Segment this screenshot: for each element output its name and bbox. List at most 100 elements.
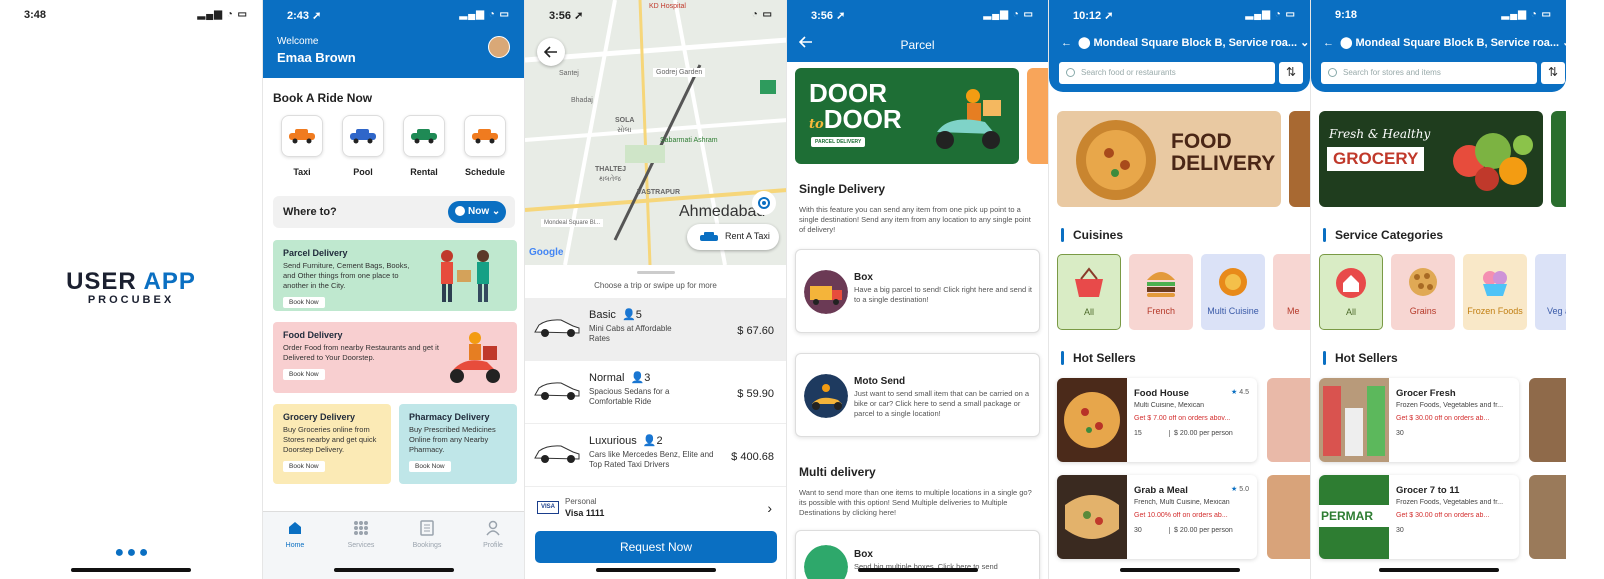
card-desc: Buy Groceries online from Stores nearby …: [283, 425, 377, 454]
welcome-label: Welcome: [277, 36, 319, 47]
request-now-button[interactable]: Request Now: [535, 531, 777, 563]
door-to-door-banner[interactable]: DOOR toDOOR PARCEL DELIVERY: [795, 68, 1019, 164]
search-input[interactable]: Search for stores and items: [1321, 62, 1537, 84]
trip-option-normal[interactable]: Normal 👤3 Spacious Sedans for a Comforta…: [525, 361, 786, 424]
tab-label: Bookings: [412, 542, 442, 549]
map-view[interactable]: KD Hospital Godrej Garden Santej Bhadaj …: [525, 0, 786, 265]
food-delivery-banner[interactable]: FOOD DELIVERY: [1057, 111, 1281, 207]
next-banner-peek[interactable]: [1027, 68, 1048, 164]
multi-delivery-desc: Want to send more than one items to mult…: [799, 488, 1032, 517]
ride-label: Taxi: [293, 167, 311, 177]
book-now-button[interactable]: Book Now: [283, 297, 325, 308]
seller-card-peek[interactable]: [1529, 378, 1566, 462]
seller-card-peek[interactable]: [1267, 475, 1310, 559]
locate-me-icon[interactable]: [751, 190, 777, 216]
seller-card[interactable]: Food House ★ 4.5 Multi Cuisine, Mexican …: [1057, 378, 1257, 462]
box-truck-icon: [804, 270, 848, 314]
book-now-button[interactable]: Book Now: [283, 369, 325, 380]
category-frozen-foods[interactable]: Frozen Foods: [1463, 254, 1527, 330]
payment-card: Visa 1111: [565, 508, 605, 518]
chevron-right-icon: ›: [767, 500, 772, 516]
pizza-image: [1057, 378, 1127, 462]
app-logo: USER APP PROCUBEX: [0, 268, 262, 306]
avatar[interactable]: [488, 36, 510, 58]
chevron-down-icon: ⌄: [1562, 37, 1566, 49]
seller-card-peek[interactable]: [1529, 475, 1566, 559]
arrow-left-icon[interactable]: ←: [1323, 37, 1334, 49]
rent-taxi-button[interactable]: Rent A Taxi: [687, 224, 779, 250]
trip-option-luxurious[interactable]: Luxurious 👤2 Cars like Mercedes Benz, El…: [525, 424, 786, 487]
cuisine-multi[interactable]: Multi Cuisine: [1201, 254, 1265, 330]
sort-icon[interactable]: ⇅: [1279, 62, 1303, 84]
card-desc: Buy Prescribed Medicines Online from any…: [409, 425, 496, 454]
banner-word-1: FOOD: [1171, 130, 1232, 153]
cuisines-title: Cuisines: [1061, 228, 1123, 242]
tab-label: Profile: [483, 542, 503, 549]
tab-bookings[interactable]: Bookings: [402, 520, 452, 549]
seller-card[interactable]: Grocer Fresh Frozen Foods, Vegetables an…: [1319, 378, 1519, 462]
grocery-delivery-card[interactable]: Grocery Delivery Buy Groceries online fr…: [273, 404, 391, 484]
ride-option-taxi[interactable]: Taxi: [280, 115, 324, 177]
choose-trip-hint: Choose a trip or swipe up for more: [594, 281, 717, 290]
ride-option-rental[interactable]: Rental: [402, 115, 446, 177]
cuisine-all[interactable]: All: [1057, 254, 1121, 330]
seller-card[interactable]: PERMAR Grocer 7 to 11 Frozen Foods, Vege…: [1319, 475, 1519, 559]
home-icon: [289, 522, 301, 534]
back-button[interactable]: [537, 38, 565, 66]
card-desc: Send Furniture, Cement Bags, Books, and …: [283, 261, 410, 290]
where-to-bar[interactable]: Where to? Now ⌄: [273, 196, 515, 228]
book-now-button[interactable]: Book Now: [409, 461, 451, 472]
book-now-button[interactable]: Book Now: [283, 461, 325, 472]
seller-time: 15: [1134, 430, 1142, 437]
tab-services[interactable]: Services: [336, 520, 386, 549]
grid-icon: [354, 521, 368, 535]
status-icons: ▂▄▆ ◔ ▭: [1245, 9, 1296, 20]
payment-method-row[interactable]: VISA Personal Visa 1111 ›: [535, 495, 776, 523]
next-banner-peek[interactable]: [1551, 111, 1566, 207]
option-title: Box: [854, 549, 873, 560]
trip-option-basic[interactable]: Basic 👤5 Mini Cabs at Affordable Rates $…: [525, 298, 786, 361]
location-selector[interactable]: ← ⬤ Mondeal Square Block B, Service roa.…: [1061, 36, 1309, 49]
screen-home: 2:43 ➚ ▂▄▆ ◔ ▭ Welcome Emaa Brown Book A…: [262, 0, 524, 579]
hot-sellers-title: Hot Sellers: [1061, 351, 1136, 365]
parcel-delivery-card[interactable]: Parcel Delivery Send Furniture, Cement B…: [273, 240, 517, 311]
sort-icon[interactable]: ⇅: [1541, 62, 1565, 84]
option-box-card[interactable]: Box Have a big parcel to send! Click rig…: [795, 249, 1040, 333]
now-dropdown[interactable]: Now ⌄: [448, 201, 506, 223]
store-aisle-image: [1319, 378, 1389, 462]
category-label: Veg an: [1547, 306, 1566, 316]
screen-ride-select: KD Hospital Godrej Garden Santej Bhadaj …: [524, 0, 786, 579]
location-text: Mondeal Square Block B, Service roa...: [1093, 37, 1298, 49]
map-label: Mondeal Square Bl...: [541, 219, 604, 227]
arrow-left-icon[interactable]: ←: [1061, 37, 1072, 49]
home-indicator: [1119, 568, 1240, 572]
grocery-banner[interactable]: Fresh & Healthy GROCERY: [1319, 111, 1543, 207]
card-title: Grocery Delivery: [283, 412, 356, 422]
status-bar: 3:56 ➚ ◔ ▭: [549, 9, 773, 22]
category-grains[interactable]: Grains: [1391, 254, 1455, 330]
search-input[interactable]: Search food or restaurants: [1059, 62, 1275, 84]
trip-name: Luxurious 👤2: [589, 435, 663, 447]
cuisine-partial[interactable]: Me: [1273, 254, 1310, 330]
profile-icon: [486, 520, 500, 536]
cuisine-french[interactable]: French: [1129, 254, 1193, 330]
seller-card[interactable]: Grab a Meal ★ 5.0 French, Multi Cuisine,…: [1057, 475, 1257, 559]
next-banner-peek[interactable]: [1289, 111, 1310, 207]
location-text: Mondeal Square Block B, Service roa...: [1355, 37, 1560, 49]
food-delivery-card[interactable]: Food Delivery Order Food from nearby Res…: [273, 322, 517, 393]
status-time: 10:12: [1073, 10, 1102, 22]
sheet-handle[interactable]: [637, 271, 675, 274]
taxi-car-icon: [289, 129, 315, 144]
option-moto-send-card[interactable]: Moto Send Just want to send small item t…: [795, 353, 1040, 437]
pharmacy-delivery-card[interactable]: Pharmacy Delivery Buy Prescribed Medicin…: [399, 404, 517, 484]
category-all[interactable]: All: [1319, 254, 1383, 330]
tab-home[interactable]: Home: [270, 520, 320, 549]
ride-option-schedule[interactable]: Schedule: [463, 115, 507, 177]
location-selector[interactable]: ← ⬤ Mondeal Square Block B, Service roa.…: [1323, 36, 1566, 49]
category-partial[interactable]: Veg an: [1535, 254, 1566, 330]
banner-title: GROCERY: [1327, 147, 1425, 171]
tab-profile[interactable]: Profile: [468, 520, 518, 549]
ride-option-pool[interactable]: Pool: [341, 115, 385, 177]
cuisine-label: Me: [1287, 306, 1300, 316]
seller-card-peek[interactable]: [1267, 378, 1310, 462]
